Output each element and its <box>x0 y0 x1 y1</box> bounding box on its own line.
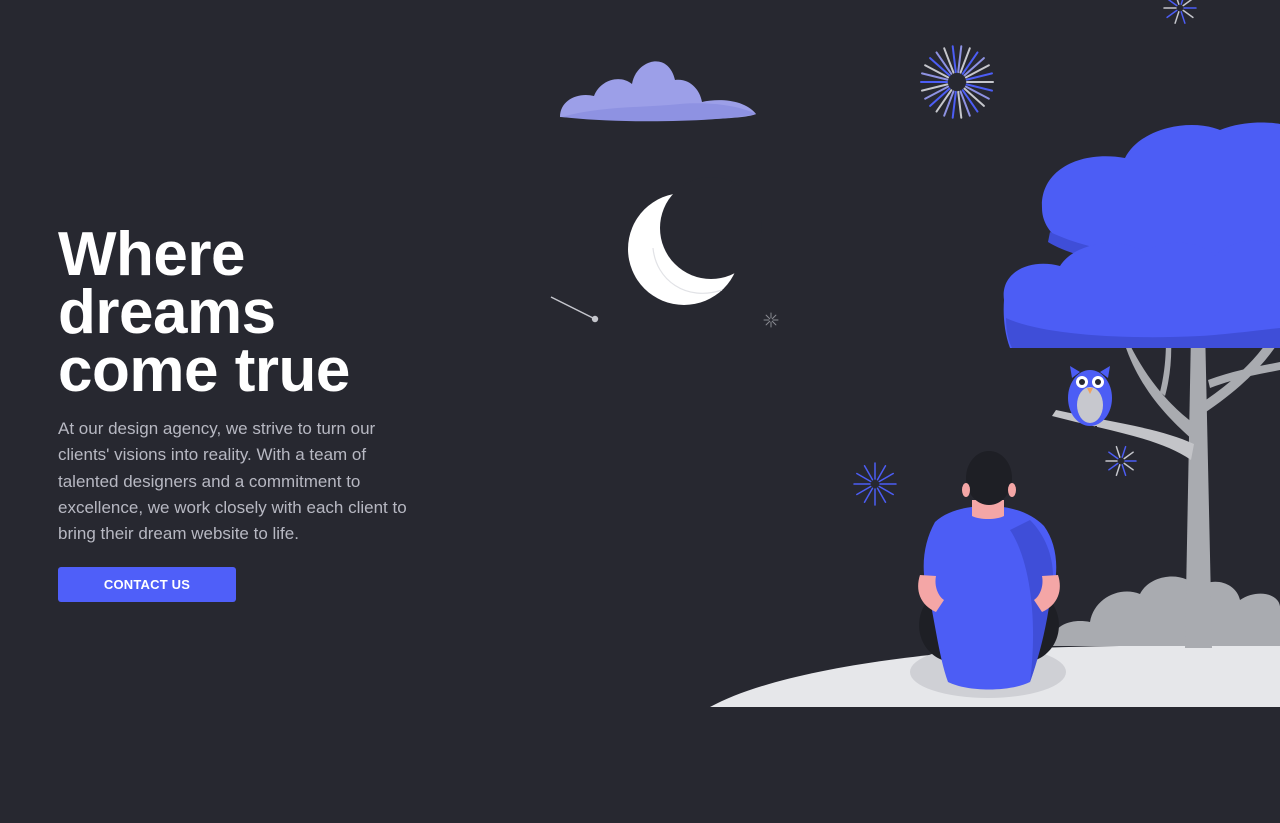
person-icon <box>910 451 1066 698</box>
hero-title: Where dreams come true <box>58 220 428 405</box>
shooting-star-icon <box>550 296 599 323</box>
hero-illustration <box>550 0 1280 707</box>
firework-icon <box>763 312 779 328</box>
contact-us-button[interactable]: CONTACT US <box>58 567 236 603</box>
firework-icon <box>853 462 897 506</box>
cloud-icon <box>560 61 756 122</box>
firework-icon <box>1105 445 1137 477</box>
moon-icon <box>628 177 762 305</box>
hero-title-line: dreams <box>58 278 276 347</box>
bush-icon <box>1051 576 1280 646</box>
hero-page: Where dreams come true At our design age… <box>0 0 1280 823</box>
hero-title-line: Where <box>58 220 245 289</box>
firework-icon <box>1163 0 1197 24</box>
hero-description: At our design agency, we strive to turn … <box>58 419 407 544</box>
firework-icon <box>920 45 994 119</box>
hero-text-block: Where dreams come true At our design age… <box>58 220 428 603</box>
hero-title-line: come true <box>58 336 350 405</box>
